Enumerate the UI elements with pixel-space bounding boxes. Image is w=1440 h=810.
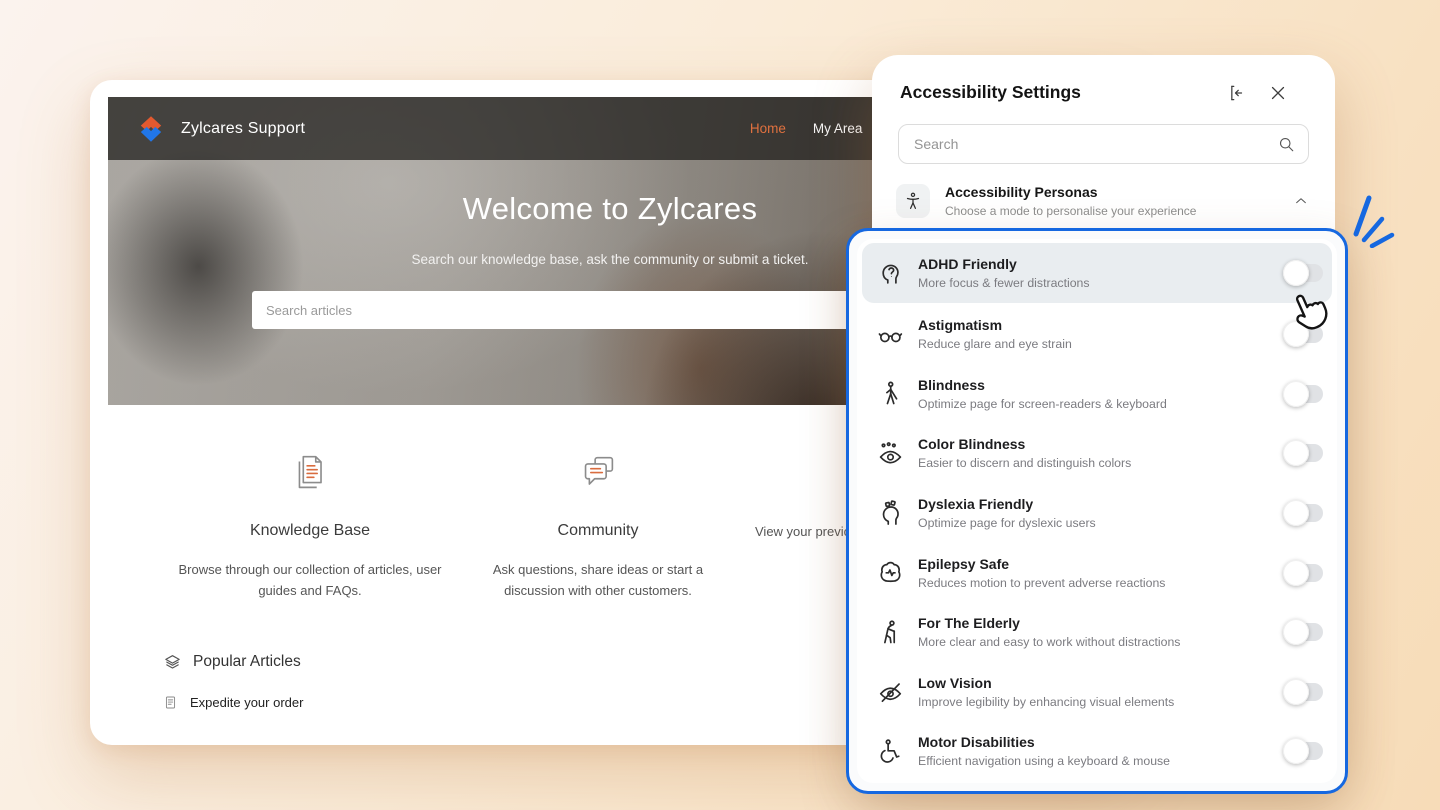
panel-title: Accessibility Settings <box>900 82 1081 102</box>
personas-section-text: Accessibility Personas Choose a mode to … <box>945 184 1293 218</box>
card-title: Knowledge Base <box>249 522 371 539</box>
personas-section-iconbox <box>896 184 930 218</box>
toggle-knob <box>1283 259 1309 286</box>
persona-text: Low Vision Improve legibility by enhanci… <box>918 675 1285 709</box>
persona-icon <box>875 319 905 349</box>
persona-toggle[interactable] <box>1283 619 1323 646</box>
persona-row[interactable]: For The Elderly More clear and easy to w… <box>857 602 1337 662</box>
close-icon[interactable] <box>1268 83 1288 103</box>
persona-toggle[interactable] <box>1283 321 1323 348</box>
zylcares-logo-icon <box>140 115 162 142</box>
nav-link[interactable]: My Area <box>813 121 863 136</box>
personas-list: ADHD Friendly More focus & fewer distrac… <box>857 239 1337 783</box>
persona-subtitle: Efficient navigation using a keyboard & … <box>918 754 1171 769</box>
article-title: Expedite your order <box>190 694 304 710</box>
feature-card[interactable]: Community Ask questions, share ideas or … <box>454 448 742 602</box>
persona-subtitle: Optimize page for dyslexic users <box>918 516 1096 531</box>
card-description: Ask questions, share ideas or start a di… <box>492 562 704 598</box>
persona-icon <box>875 558 905 588</box>
persona-row[interactable]: Blindness Optimize page for screen-reade… <box>857 364 1337 424</box>
persona-row[interactable]: ADHD Friendly More focus & fewer distrac… <box>862 243 1332 303</box>
persona-text: For The Elderly More clear and easy to w… <box>918 615 1285 649</box>
chevron-up-icon[interactable] <box>1293 193 1309 209</box>
panel-search-input[interactable] <box>912 135 1277 153</box>
site-brand: Zylcares Support <box>181 119 306 137</box>
persona-title: Low Vision <box>918 674 992 691</box>
persona-text: Color Blindness Easier to discern and di… <box>918 436 1285 470</box>
personas-spotlight: ADHD Friendly More focus & fewer distrac… <box>846 228 1348 794</box>
persona-toggle[interactable] <box>1283 678 1323 705</box>
accessibility-person-icon <box>903 191 923 211</box>
panel-search-box <box>898 124 1309 164</box>
persona-text: Motor Disabilities Efficient navigation … <box>918 734 1285 768</box>
panel-header: Accessibility Settings <box>872 55 1335 103</box>
toggle-knob <box>1283 619 1309 646</box>
persona-icon <box>875 258 905 288</box>
persona-title: ADHD Friendly <box>918 255 1017 272</box>
toggle-knob <box>1283 678 1309 705</box>
persona-subtitle: Reduce glare and eye strain <box>918 337 1072 352</box>
toggle-knob <box>1283 440 1309 467</box>
persona-icon <box>875 498 905 528</box>
persona-row[interactable]: Low Vision Improve legibility by enhanci… <box>857 662 1337 722</box>
persona-row[interactable]: Dyslexia Friendly Optimize page for dysl… <box>857 483 1337 543</box>
persona-subtitle: Improve legibility by enhancing visual e… <box>918 694 1175 709</box>
layers-icon <box>163 653 182 672</box>
persona-subtitle: More clear and easy to work without dist… <box>918 635 1181 650</box>
persona-row[interactable]: Epilepsy Safe Reduces motion to prevent … <box>857 543 1337 603</box>
card-title: Community <box>557 522 639 539</box>
persona-title: Blindness <box>918 376 985 393</box>
persona-subtitle: Reduces motion to prevent adverse reacti… <box>918 575 1166 590</box>
personas-section-title: Accessibility Personas <box>945 184 1098 200</box>
persona-text: Epilepsy Safe Reduces motion to prevent … <box>918 556 1285 590</box>
search-icon <box>1277 135 1295 153</box>
persona-title: Motor Disabilities <box>918 734 1035 751</box>
persona-text: Dyslexia Friendly Optimize page for dysl… <box>918 496 1285 530</box>
persona-title: For The Elderly <box>918 615 1020 632</box>
persona-icon <box>875 438 905 468</box>
persona-row[interactable]: Astigmatism Reduce glare and eye strain <box>857 305 1337 365</box>
personas-section-subtitle: Choose a mode to personalise your experi… <box>945 204 1197 218</box>
toggle-knob <box>1283 380 1309 407</box>
personas-section-header[interactable]: Accessibility Personas Choose a mode to … <box>896 184 1309 218</box>
popular-articles-label: Popular Articles <box>193 653 301 671</box>
spark-lines-icon <box>1353 195 1395 248</box>
persona-toggle[interactable] <box>1283 559 1323 586</box>
persona-title: Color Blindness <box>918 436 1026 453</box>
persona-toggle[interactable] <box>1283 380 1323 407</box>
persona-row[interactable]: Motor Disabilities Efficient navigation … <box>857 722 1337 782</box>
persona-row[interactable]: Color Blindness Easier to discern and di… <box>857 424 1337 484</box>
persona-title: Dyslexia Friendly <box>918 496 1034 513</box>
toggle-knob <box>1283 321 1309 348</box>
dock-left-icon[interactable] <box>1225 83 1245 103</box>
persona-icon <box>875 379 905 409</box>
nav-link-label: My Area <box>812 121 863 136</box>
persona-text: Astigmatism Reduce glare and eye strain <box>918 317 1285 351</box>
persona-toggle[interactable] <box>1283 738 1323 765</box>
persona-toggle[interactable] <box>1283 259 1323 286</box>
toggle-knob <box>1283 559 1309 586</box>
toggle-knob <box>1283 738 1309 765</box>
nav-link[interactable]: Home <box>750 121 786 136</box>
persona-title: Astigmatism <box>918 317 1003 334</box>
card-icon <box>166 448 454 498</box>
persona-subtitle: Easier to discern and distinguish colors <box>918 456 1132 471</box>
toggle-knob <box>1283 500 1309 527</box>
persona-text: Blindness Optimize page for screen-reade… <box>918 377 1285 411</box>
nav-link-label: Home <box>749 121 786 136</box>
persona-subtitle: Optimize page for screen-readers & keybo… <box>918 396 1167 411</box>
persona-subtitle: More focus & fewer distractions <box>918 275 1090 290</box>
card-description: Browse through our collection of article… <box>178 562 442 598</box>
persona-icon <box>875 617 905 647</box>
feature-card[interactable]: Knowledge Base Browse through our collec… <box>166 448 454 602</box>
persona-toggle[interactable] <box>1283 440 1323 467</box>
article-icon <box>163 695 178 710</box>
persona-title: Epilepsy Safe <box>918 555 1010 572</box>
persona-text: ADHD Friendly More focus & fewer distrac… <box>918 256 1285 290</box>
persona-icon <box>875 736 905 766</box>
persona-toggle[interactable] <box>1283 500 1323 527</box>
persona-icon <box>875 677 905 707</box>
card-icon <box>454 448 742 498</box>
